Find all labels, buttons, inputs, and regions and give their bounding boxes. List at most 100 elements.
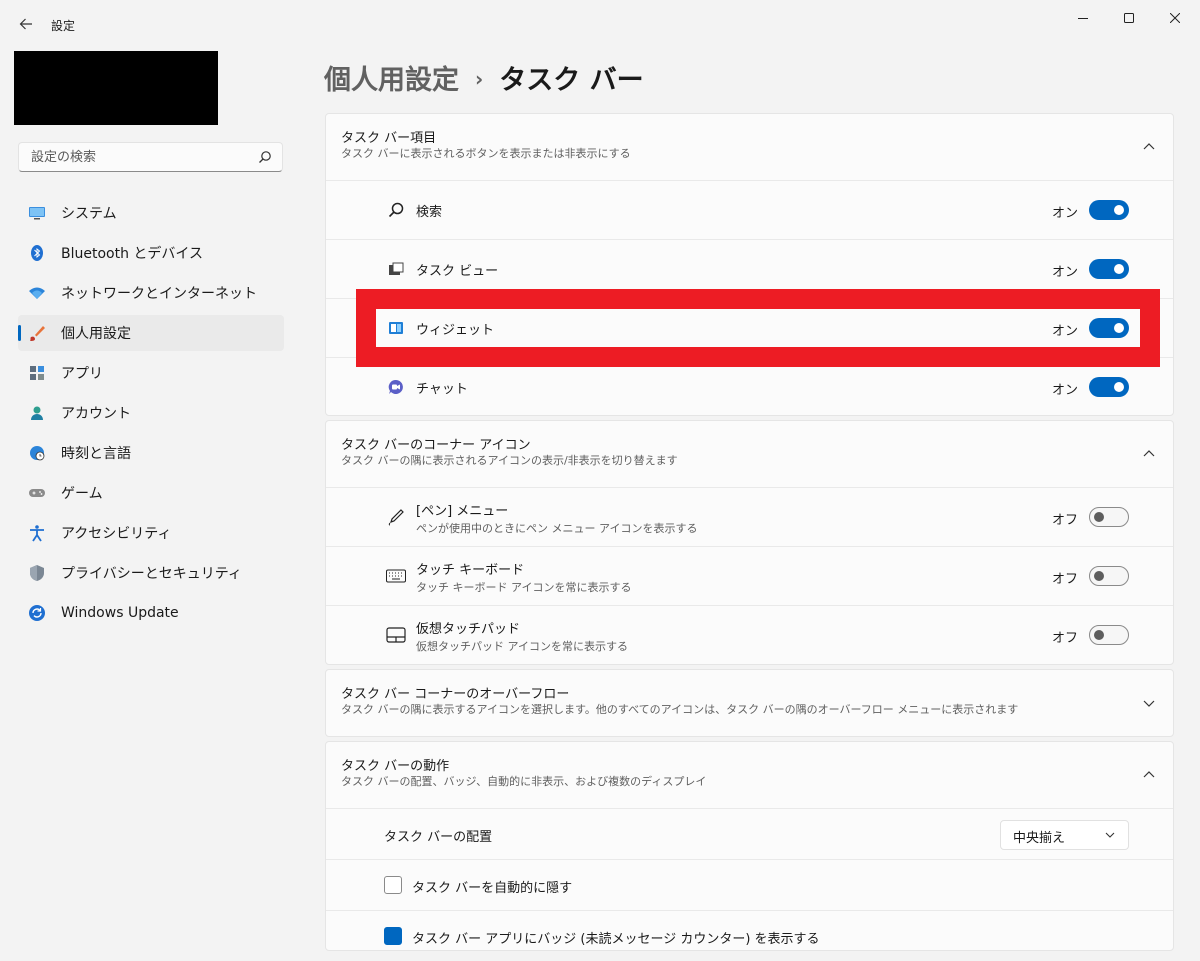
alignment-label: タスク バーの配置 [384, 830, 493, 845]
toggle-state-label: オン [1051, 383, 1078, 398]
touchpad-icon [386, 625, 406, 645]
section-title: タスク バー コーナーのオーバーフロー [341, 687, 570, 702]
row-description: タッチ キーボード アイコンを常に表示する [416, 581, 632, 594]
toggle-row-search: 検索 オン [326, 180, 1173, 239]
globe-clock-icon [30, 446, 45, 461]
sidebar-item-accounts[interactable]: アカウント [18, 395, 284, 431]
row-description: ペンが使用中のときにペン メニュー アイコンを表示する [416, 522, 698, 535]
chevron-up-icon[interactable] [1143, 769, 1155, 781]
keyboard-icon [386, 566, 406, 586]
corner-overflow-header[interactable]: タスク バー コーナーのオーバーフロー タスク バーの隅に表示するアイコンを選択… [326, 670, 1173, 736]
monitor-icon [29, 207, 45, 220]
update-icon [29, 605, 45, 621]
sidebar-item-label: ネットワークとインターネット [61, 286, 257, 302]
corner-icons-card: タスク バーのコーナー アイコン タスク バーの隅に表示されるアイコンの表示/非… [325, 420, 1174, 665]
sidebar-item-label: アプリ [61, 366, 103, 382]
minimize-icon [1078, 18, 1088, 19]
back-button[interactable] [14, 12, 38, 36]
section-subtitle: タスク バーに表示されるボタンを表示または非表示にする [341, 147, 631, 160]
task-view-toggle[interactable] [1089, 259, 1129, 279]
toggle-state-label: オン [1051, 206, 1078, 221]
gamepad-icon [29, 489, 45, 497]
badges-row: タスク バー アプリにバッジ (未読メッセージ カウンター) を表示する [326, 910, 1173, 961]
autohide-row: タスク バーを自動的に隠す [326, 859, 1173, 910]
sidebar-item-label: 時刻と言語 [61, 446, 131, 462]
sidebar-item-accessibility[interactable]: アクセシビリティ [18, 515, 284, 551]
touch-keyboard-toggle[interactable] [1089, 566, 1129, 586]
sidebar-item-personalization[interactable]: 個人用設定 [18, 315, 284, 351]
corner-icons-header[interactable]: タスク バーのコーナー アイコン タスク バーの隅に表示されるアイコンの表示/非… [326, 421, 1173, 487]
app-title: 設定 [51, 19, 76, 33]
toggle-state-label: オフ [1051, 631, 1078, 646]
alignment-dropdown[interactable]: 中央揃え [1000, 820, 1129, 850]
search-icon [386, 200, 406, 220]
search-input[interactable] [29, 149, 253, 166]
breadcrumb-current: タスク バー [499, 65, 644, 96]
autohide-label: タスク バーを自動的に隠す [412, 881, 573, 896]
sidebar-item-label: Windows Update [61, 605, 179, 621]
back-arrow-icon [19, 18, 32, 30]
sidebar-item-time-language[interactable]: 時刻と言語 [18, 435, 284, 471]
pen-icon [386, 507, 406, 527]
sidebar-item-apps[interactable]: アプリ [18, 355, 284, 391]
badges-checkbox[interactable] [384, 927, 402, 945]
chat-icon [386, 377, 406, 397]
toggle-row-virtual-touchpad: 仮想タッチパッド 仮想タッチパッド アイコンを常に表示する オフ [326, 605, 1173, 664]
sidebar-nav: システム Bluetooth とデバイス ネットワークとインターネット 個人用設… [18, 195, 284, 635]
section-subtitle: タスク バーの配置、バッジ、自動的に非表示、および複数のディスプレイ [341, 775, 707, 788]
breadcrumb-parent[interactable]: 個人用設定 [324, 65, 459, 96]
autohide-checkbox[interactable] [384, 876, 402, 894]
title-bar: 設定 [0, 0, 1200, 48]
chevron-up-icon[interactable] [1143, 448, 1155, 460]
close-button[interactable] [1152, 4, 1198, 32]
highlight-annotation [356, 289, 1160, 367]
chevron-up-icon[interactable] [1143, 141, 1155, 153]
sidebar-item-network[interactable]: ネットワークとインターネット [18, 275, 284, 311]
sidebar-item-label: ゲーム [61, 486, 103, 502]
minimize-button[interactable] [1060, 4, 1106, 32]
account-avatar-redacted [14, 51, 218, 125]
badges-label: タスク バー アプリにバッジ (未読メッセージ カウンター) を表示する [412, 932, 820, 947]
sidebar-item-windows-update[interactable]: Windows Update [18, 595, 284, 631]
sidebar-item-label: Bluetooth とデバイス [61, 246, 203, 262]
section-subtitle: タスク バーの隅に表示するアイコンを選択します。他のすべてのアイコンは、タスク … [341, 703, 1019, 716]
shield-icon [30, 565, 44, 581]
toggle-state-label: オフ [1051, 572, 1078, 587]
row-label: チャット [416, 382, 468, 397]
sidebar-item-label: アクセシビリティ [61, 526, 172, 542]
sidebar-item-privacy[interactable]: プライバシーとセキュリティ [18, 555, 284, 591]
maximize-button[interactable] [1106, 4, 1152, 32]
sidebar-item-system[interactable]: システム [18, 195, 284, 231]
search-toggle[interactable] [1089, 200, 1129, 220]
row-description: 仮想タッチパッド アイコンを常に表示する [416, 640, 628, 653]
section-title: タスク バー項目 [341, 131, 437, 146]
taskbar-behaviors-header[interactable]: タスク バーの動作 タスク バーの配置、バッジ、自動的に非表示、および複数のディ… [326, 742, 1173, 808]
taskbar-behaviors-card: タスク バーの動作 タスク バーの配置、バッジ、自動的に非表示、および複数のディ… [325, 741, 1174, 951]
toggle-row-touch-keyboard: タッチ キーボード タッチ キーボード アイコンを常に表示する オフ [326, 546, 1173, 605]
accessibility-icon [30, 525, 44, 542]
chat-toggle[interactable] [1089, 377, 1129, 397]
alignment-value: 中央揃え [1013, 831, 1066, 846]
sidebar-item-label: アカウント [61, 406, 131, 422]
taskbar-items-card: タスク バー項目 タスク バーに表示されるボタンを表示または非表示にする 検索 … [325, 113, 1174, 416]
toggle-state-label: オフ [1051, 513, 1078, 528]
settings-search[interactable] [18, 142, 283, 172]
close-icon [1170, 13, 1180, 23]
chevron-down-icon[interactable] [1143, 697, 1155, 709]
section-title: タスク バーの動作 [341, 759, 450, 774]
virtual-touchpad-toggle[interactable] [1089, 625, 1129, 645]
sidebar-item-gaming[interactable]: ゲーム [18, 475, 284, 511]
maximize-icon [1124, 13, 1134, 23]
taskbar-items-header[interactable]: タスク バー項目 タスク バーに表示されるボタンを表示または非表示にする [326, 114, 1173, 180]
row-label: タスク ビュー [416, 264, 499, 279]
sidebar-item-label: システム [61, 206, 117, 222]
toggle-row-pen-menu: [ペン] メニュー ペンが使用中のときにペン メニュー アイコンを表示する オフ [326, 487, 1173, 546]
corner-overflow-card[interactable]: タスク バー コーナーのオーバーフロー タスク バーの隅に表示するアイコンを選択… [325, 669, 1174, 737]
section-subtitle: タスク バーの隅に表示されるアイコンの表示/非表示を切り替えます [341, 454, 678, 467]
breadcrumb-separator: › [475, 67, 484, 91]
pen-menu-toggle[interactable] [1089, 507, 1129, 527]
row-label: 検索 [416, 205, 443, 220]
sidebar-item-bluetooth[interactable]: Bluetooth とデバイス [18, 235, 284, 271]
wifi-icon [29, 287, 45, 299]
search-icon[interactable] [258, 150, 272, 164]
